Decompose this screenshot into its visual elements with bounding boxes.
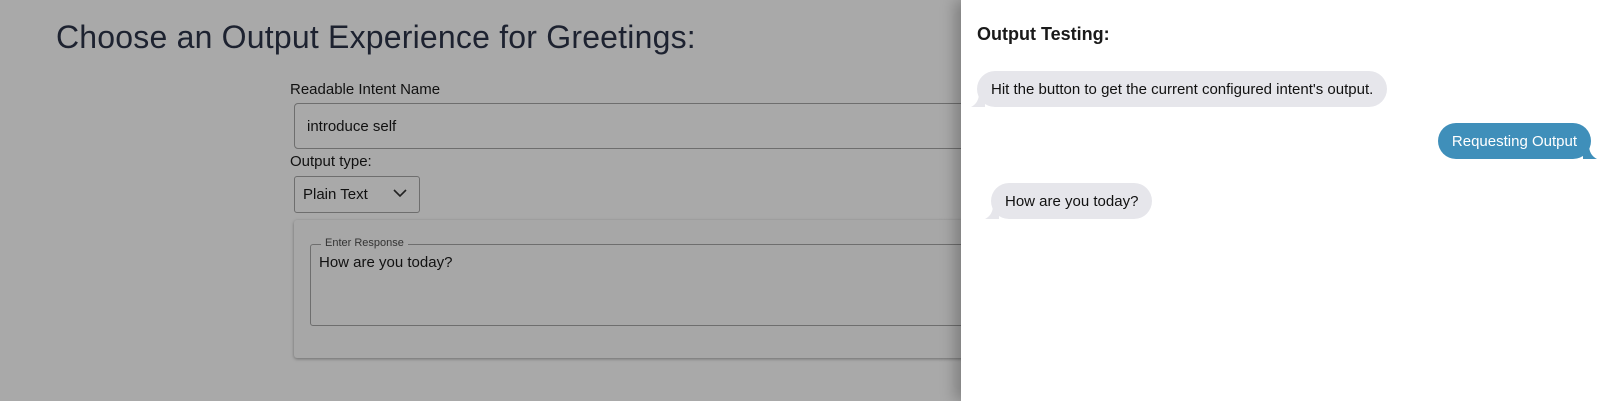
- intent-name-input[interactable]: [294, 103, 994, 149]
- system-message-bubble: How are you today?: [985, 183, 1153, 219]
- intent-name-label: Readable Intent Name: [290, 81, 441, 98]
- page-title: Choose an Output Experience for Greeting…: [56, 19, 696, 55]
- chevron-down-icon: [393, 189, 407, 198]
- system-message-bubble: Hit the button to get the current config…: [971, 71, 1388, 107]
- response-field[interactable]: Enter Response How are you today?: [310, 237, 1010, 326]
- response-card: Enter Response How are you today?: [294, 220, 1010, 358]
- response-text: How are you today?: [319, 254, 453, 271]
- output-type-value: Plain Text: [303, 186, 368, 203]
- bubble-tail-icon: [985, 205, 999, 219]
- bubble-tail-icon: [1583, 145, 1597, 159]
- user-message-bubble: Requesting Output: [1437, 123, 1597, 159]
- message-text: How are you today?: [1005, 192, 1139, 210]
- message-text: Hit the button to get the current config…: [991, 80, 1374, 98]
- output-type-select[interactable]: Plain Text: [294, 176, 420, 213]
- bubble-tail-icon: [971, 93, 985, 107]
- response-legend: Enter Response: [321, 237, 408, 249]
- output-testing-drawer: Output Testing: Hit the button to get th…: [961, 0, 1599, 401]
- output-type-label: Output type:: [290, 153, 372, 170]
- message-text: Requesting Output: [1451, 132, 1577, 150]
- drawer-title: Output Testing:: [977, 24, 1110, 44]
